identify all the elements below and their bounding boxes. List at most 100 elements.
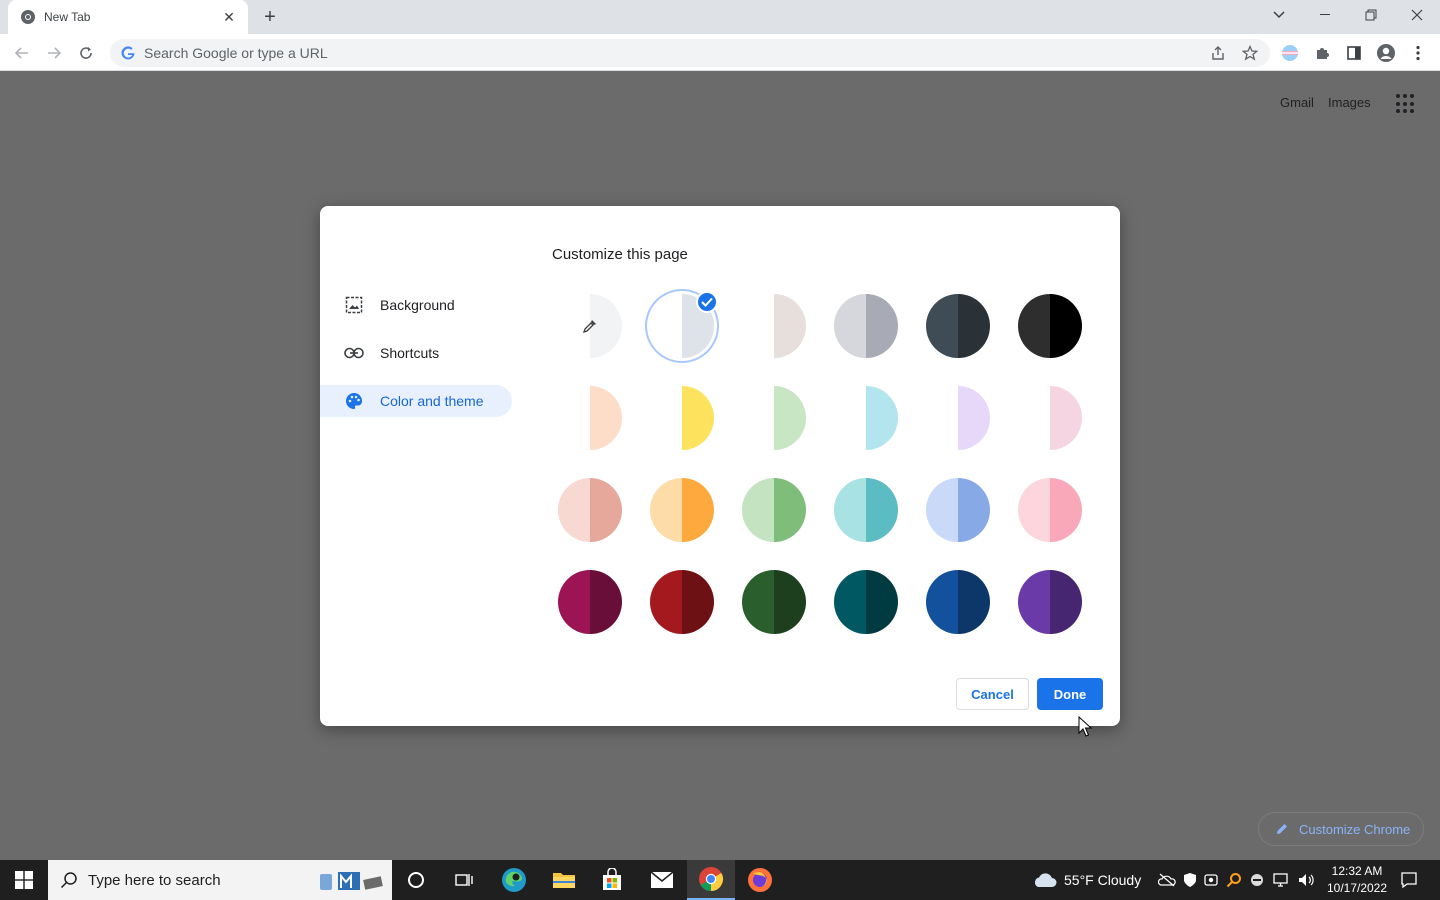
swatch-right-half [774,478,806,542]
swatch-left-half [742,294,774,358]
swatch-custom-color[interactable] [558,294,622,358]
menu-kebab-icon[interactable] [1405,40,1431,66]
omnibox-input[interactable] [144,45,1270,61]
reload-button[interactable] [72,39,100,67]
tab-search-icon[interactable] [1256,0,1302,30]
mouse-cursor-icon [1078,716,1092,737]
swatch-right-half [1050,386,1082,450]
search-highlight-icon [320,872,383,890]
menu-item-background[interactable]: Background [320,289,512,321]
cortana-icon[interactable] [392,860,440,900]
weather-widget[interactable]: 55°F Cloudy [1032,860,1141,900]
menu-item-shortcuts[interactable]: Shortcuts [320,337,512,369]
extension-profile-icon[interactable] [1277,40,1303,66]
toolbar [0,34,1440,71]
meet-now-icon[interactable] [1204,872,1218,888]
close-window-button[interactable] [1394,0,1440,30]
selected-check-icon [696,291,718,313]
swatch-right-half [1050,570,1082,634]
tab-strip: New Tab ✕ + [0,0,1440,34]
swatch-light-purple[interactable] [926,386,990,450]
omnibox[interactable] [110,39,1270,67]
swatch-orange[interactable] [650,478,714,542]
swatch-warm-grey[interactable] [742,294,806,358]
restore-button[interactable] [1348,0,1394,30]
weather-text: 55°F Cloudy [1064,872,1142,888]
onedrive-off-icon[interactable] [1158,873,1176,887]
swatch-dark-green[interactable] [742,570,806,634]
swatch-right-half [958,570,990,634]
app-tray-icon[interactable] [1250,873,1264,887]
cancel-button[interactable]: Cancel [956,678,1029,710]
back-button[interactable] [8,39,36,67]
swatch-left-half [1018,386,1050,450]
swatch-peach[interactable] [558,478,622,542]
done-button[interactable]: Done [1037,678,1103,710]
swatch-blue[interactable] [926,478,990,542]
file-explorer-icon[interactable] [540,860,588,900]
swatch-light-pink[interactable] [1018,386,1082,450]
pencil-icon [1277,824,1287,834]
swatch-cyan[interactable] [834,478,898,542]
chrome-taskbar-icon[interactable] [687,860,735,900]
swatch-right-half [774,294,806,358]
images-link[interactable]: Images [1328,95,1371,110]
swatch-yellow[interactable] [650,386,714,450]
swatch-left-half [926,294,958,358]
swatch-left-half [926,386,958,450]
system-clock[interactable]: 12:32 AM 10/17/2022 [1322,863,1392,897]
volume-icon[interactable] [1298,872,1316,888]
swatch-green[interactable] [742,478,806,542]
swatch-violet[interactable] [1018,570,1082,634]
swatch-left-half [650,478,682,542]
swatch-left-half [650,386,682,450]
swatch-left-half [834,478,866,542]
swatch-light-green[interactable] [742,386,806,450]
swatch-pink[interactable] [1018,478,1082,542]
taskbar-search-placeholder: Type here to search [88,871,221,889]
swatch-red[interactable] [650,570,714,634]
swatch-left-half [558,386,590,450]
swatch-magenta[interactable] [558,570,622,634]
profile-avatar-icon[interactable] [1373,40,1399,66]
microsoft-store-icon[interactable] [588,860,636,900]
task-view-icon[interactable] [440,860,488,900]
swatch-dark-blue-grey[interactable] [926,294,990,358]
tab-new-tab[interactable]: New Tab ✕ [8,0,248,34]
swatch-dark-teal[interactable] [834,570,898,634]
menu-item-color-and-theme[interactable]: Color and theme [320,385,512,417]
bookmark-star-icon[interactable] [1237,40,1263,66]
swatch-cool-grey[interactable] [834,294,898,358]
new-tab-button[interactable]: + [258,5,282,29]
search-key-icon[interactable] [1226,872,1242,888]
swatch-left-half [926,570,958,634]
forward-button[interactable] [40,39,68,67]
notifications-icon[interactable] [1386,860,1432,900]
extensions-puzzle-icon[interactable] [1309,40,1335,66]
clock-date: 10/17/2022 [1326,881,1388,895]
security-icon[interactable] [1182,872,1198,888]
share-icon[interactable] [1205,40,1231,66]
windows-start-icon[interactable] [0,860,48,900]
customize-chrome-button[interactable]: Customize Chrome [1258,812,1424,846]
swatch-left-half [834,386,866,450]
network-icon[interactable] [1272,872,1290,888]
mail-icon[interactable] [638,860,686,900]
gmail-link[interactable]: Gmail [1280,95,1314,110]
side-panel-icon[interactable] [1341,40,1367,66]
close-tab-icon[interactable]: ✕ [220,9,238,26]
swatch-left-half [1018,294,1050,358]
taskbar-search-box[interactable]: Type here to search [48,860,392,900]
swatch-black[interactable] [1018,294,1082,358]
swatch-dark-blue[interactable] [926,570,990,634]
google-apps-icon[interactable] [1396,94,1416,114]
swatch-left-half [558,478,590,542]
swatch-left-half [650,294,682,358]
swatch-light-cyan[interactable] [834,386,898,450]
firefox-icon[interactable] [736,860,784,900]
edge-icon[interactable] [490,860,538,900]
swatch-right-half [682,478,714,542]
swatch-left-half [834,294,866,358]
minimize-button[interactable] [1302,0,1348,30]
swatch-beige-peach[interactable] [558,386,622,450]
